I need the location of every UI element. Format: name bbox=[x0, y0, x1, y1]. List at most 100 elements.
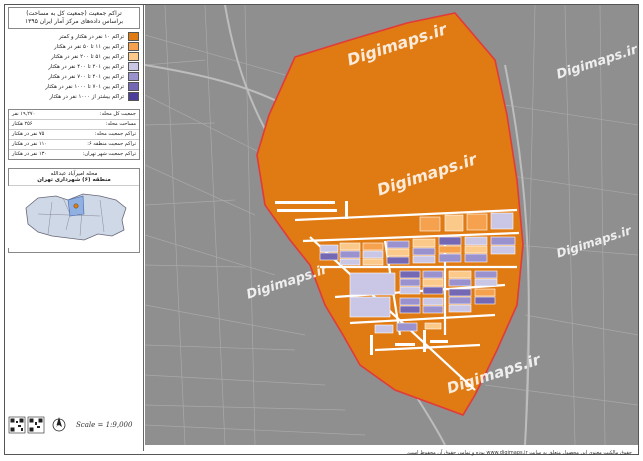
block[interactable] bbox=[464, 236, 488, 246]
block[interactable] bbox=[448, 270, 472, 279]
block[interactable] bbox=[444, 214, 464, 232]
block[interactable] bbox=[374, 324, 394, 334]
block[interactable] bbox=[399, 286, 421, 295]
block[interactable] bbox=[424, 322, 442, 330]
legend-items: تراکم ۱۰ نفر در هکتار و کمتر تراکم بین ۱۱… bbox=[5, 32, 143, 101]
block[interactable] bbox=[438, 245, 462, 254]
block[interactable] bbox=[490, 245, 516, 255]
stat-row: تراکم جمعیت شهر تهران: ۱۳۰ نفر در هکتار bbox=[9, 150, 139, 159]
legend-item: تراکم بین ۱۱ تا ۵۰ نفر در هکتار bbox=[9, 42, 139, 51]
block[interactable] bbox=[339, 242, 361, 251]
block[interactable] bbox=[396, 322, 418, 332]
block[interactable] bbox=[399, 278, 421, 287]
legend-swatch bbox=[128, 32, 139, 41]
stat-row: جمعیت کل محله: ۱۹,۲۷۰ نفر bbox=[9, 110, 139, 120]
stat-value: ۲۵۶ هکتار bbox=[12, 121, 33, 127]
block[interactable] bbox=[319, 244, 339, 253]
block[interactable] bbox=[448, 304, 472, 313]
block[interactable] bbox=[386, 256, 410, 265]
legend-label: تراکم بیشتر از ۱۰۰۰ نفر در هکتار bbox=[49, 93, 124, 100]
stat-label: تراکم جمعیت محله: bbox=[94, 131, 136, 137]
block[interactable] bbox=[474, 288, 496, 297]
legend-swatch bbox=[128, 72, 139, 81]
legend-swatch bbox=[128, 42, 139, 51]
block[interactable] bbox=[339, 250, 361, 259]
legend-label: تراکم بین ۴۰۱ تا ۷۰۰ نفر در هکتار bbox=[48, 73, 124, 80]
block[interactable] bbox=[399, 297, 421, 306]
block[interactable] bbox=[490, 212, 514, 230]
block[interactable] bbox=[474, 278, 498, 287]
block[interactable] bbox=[399, 305, 421, 314]
block[interactable] bbox=[412, 247, 436, 256]
legend-item: تراکم ۱۰ نفر در هکتار و کمتر bbox=[9, 32, 139, 41]
stat-row: تراکم جمعیت محله: ۷۵ نفر در هکتار bbox=[9, 130, 139, 140]
block[interactable] bbox=[412, 255, 436, 264]
block[interactable] bbox=[399, 270, 421, 279]
block[interactable] bbox=[422, 297, 444, 306]
inset-title-line2: منطقه (۶) شهرداری تهران bbox=[37, 177, 111, 183]
legend-label: تراکم بین ۷۰۱ تا ۱۰۰۰ نفر در هکتار bbox=[45, 83, 124, 90]
qr-codes bbox=[8, 416, 45, 434]
stats-table: جمعیت کل محله: ۱۹,۲۷۰ نفر مساحت محله: ۲۵۶ ه… bbox=[8, 109, 140, 160]
neighborhood-marker bbox=[73, 203, 79, 209]
block[interactable] bbox=[448, 278, 472, 287]
inset-title: محله امیرآباد عبدالله منطقه (۶) شهرداری … bbox=[9, 169, 139, 186]
block[interactable] bbox=[474, 296, 496, 305]
inset-map bbox=[8, 186, 139, 248]
block[interactable] bbox=[474, 270, 498, 279]
block[interactable] bbox=[438, 253, 462, 263]
block[interactable] bbox=[349, 296, 391, 318]
block[interactable] bbox=[362, 242, 384, 251]
legend-swatch bbox=[128, 62, 139, 71]
stat-value: ۱۳۰ نفر در هکتار bbox=[12, 151, 47, 157]
legend-label: تراکم ۱۰ نفر در هکتار و کمتر bbox=[59, 33, 124, 40]
stat-label: تراکم جمعیت شهر تهران: bbox=[82, 151, 136, 157]
legend-swatch bbox=[128, 82, 139, 91]
block[interactable] bbox=[448, 288, 472, 297]
legend-swatch bbox=[128, 92, 139, 101]
block[interactable] bbox=[362, 258, 384, 266]
legend-item: تراکم بین ۴۰۱ تا ۷۰۰ نفر در هکتار bbox=[9, 72, 139, 81]
legend-title-line1: تراکم جمعیت (جمعیت کل به مساحت) bbox=[26, 10, 122, 17]
copyright-footer: حقوق مالکیت معنوی این محصول متعلق به سای… bbox=[406, 450, 632, 456]
block[interactable] bbox=[386, 240, 410, 249]
stat-label: مساحت محله: bbox=[105, 121, 136, 127]
legend-panel: تراکم جمعیت (جمعیت کل به مساحت) براساس د… bbox=[5, 5, 144, 451]
legend-item: تراکم بیشتر از ۱۰۰۰ نفر در هکتار bbox=[9, 92, 139, 101]
legend-title: تراکم جمعیت (جمعیت کل به مساحت) براساس د… bbox=[8, 7, 140, 29]
block[interactable] bbox=[438, 236, 462, 246]
block[interactable] bbox=[466, 213, 488, 231]
stat-row: تراکم جمعیت منطقه ۶: ۱۱۰ نفر در هکتار bbox=[9, 140, 139, 150]
block[interactable] bbox=[490, 236, 516, 246]
stat-label: جمعیت کل محله: bbox=[99, 111, 136, 117]
legend-item: تراکم بین ۷۰۱ تا ۱۰۰۰ نفر در هکتار bbox=[9, 82, 139, 91]
north-arrow: N bbox=[52, 415, 66, 435]
map-canvas[interactable]: Digimaps.ir Digimaps.ir Digimaps.ir Digi… bbox=[145, 5, 638, 445]
legend-label: تراکم بین ۱۱ تا ۵۰ نفر در هکتار bbox=[53, 43, 124, 50]
block[interactable] bbox=[422, 270, 444, 279]
block[interactable] bbox=[386, 248, 410, 257]
block[interactable] bbox=[349, 272, 396, 296]
block[interactable] bbox=[422, 305, 444, 314]
block[interactable] bbox=[448, 296, 472, 305]
legend-label: تراکم بین ۵۱ تا ۲۰۰ نفر در هکتار bbox=[51, 53, 124, 60]
stat-value: ۷۵ نفر در هکتار bbox=[12, 131, 45, 137]
scale-label: Scale = 1:9,000 bbox=[76, 421, 133, 429]
block[interactable] bbox=[339, 258, 361, 266]
stat-label: تراکم جمعیت منطقه ۶: bbox=[87, 141, 136, 147]
block[interactable] bbox=[319, 252, 339, 261]
block[interactable] bbox=[422, 278, 444, 287]
stat-value: ۱۹,۲۷۰ نفر bbox=[12, 111, 36, 117]
north-label: N bbox=[56, 425, 60, 431]
legend-label: تراکم بین ۲۰۱ تا ۴۰۰ نفر در هکتار bbox=[48, 63, 124, 70]
block[interactable] bbox=[464, 253, 488, 263]
legend-item: تراکم بین ۵۱ تا ۲۰۰ نفر در هکتار bbox=[9, 52, 139, 61]
stat-value: ۱۱۰ نفر در هکتار bbox=[12, 141, 47, 147]
legend-item: تراکم بین ۲۰۱ تا ۴۰۰ نفر در هکتار bbox=[9, 62, 139, 71]
block[interactable] bbox=[422, 286, 444, 295]
block[interactable] bbox=[362, 250, 384, 259]
block[interactable] bbox=[412, 238, 436, 248]
block[interactable] bbox=[464, 245, 488, 254]
block[interactable] bbox=[419, 216, 441, 232]
stat-row: مساحت محله: ۲۵۶ هکتار bbox=[9, 120, 139, 130]
